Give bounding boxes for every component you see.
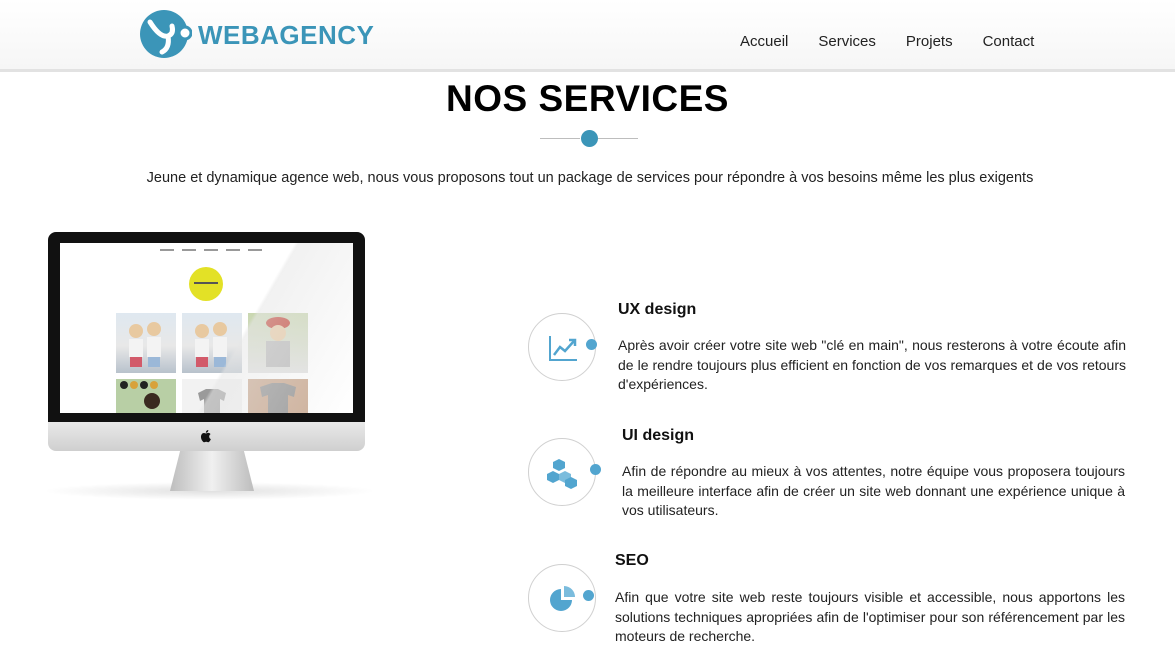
logo-icon	[140, 10, 192, 58]
service-ux-design: UX design Après avoir créer votre site w…	[528, 296, 1128, 396]
cubes-icon	[547, 459, 577, 489]
logo-text: WEBAGENCY	[198, 19, 375, 50]
section-intro: Jeune et dynamique agence web, nous vous…	[146, 170, 1034, 186]
main-nav: Accueil Services Projets Contact	[740, 33, 1064, 50]
divider-dot	[581, 130, 598, 147]
monitor-bezel	[48, 232, 365, 422]
service-description: Après avoir créer votre site web "clé en…	[618, 337, 1126, 392]
divider-line-left	[540, 138, 580, 139]
service-title: UI design	[622, 427, 695, 444]
monitor-screen	[60, 243, 353, 413]
nav-services[interactable]: Services	[818, 33, 876, 50]
service-title: SEO	[615, 552, 649, 569]
apple-logo-icon	[200, 430, 211, 443]
nav-accueil[interactable]: Accueil	[740, 33, 788, 50]
service-ui-design: UI design Afin de répondre au mieux à vo…	[528, 422, 1128, 522]
pie-chart-icon	[550, 586, 575, 611]
divider-line-right	[598, 138, 638, 139]
title-divider	[540, 129, 638, 147]
service-dot	[583, 590, 594, 601]
section-title: NOS SERVICES	[446, 78, 729, 119]
service-seo: SEO Afin que votre site web reste toujou…	[528, 548, 1128, 648]
chart-line-icon	[549, 336, 577, 361]
logo[interactable]: WEBAGENCY	[140, 8, 374, 60]
site-header: WEBAGENCY Accueil Services Projets Conta…	[0, 0, 1175, 72]
service-title: UX design	[618, 301, 697, 318]
nav-contact[interactable]: Contact	[983, 33, 1035, 50]
service-dot	[586, 339, 597, 350]
monitor-illustration	[42, 232, 377, 502]
nav-projets[interactable]: Projets	[906, 33, 953, 50]
screen-glare	[60, 243, 353, 413]
service-description: Afin de répondre au mieux à vos attentes…	[622, 463, 1125, 518]
service-description: Afin que votre site web reste toujours v…	[615, 589, 1125, 644]
service-icon-circle	[528, 438, 596, 506]
monitor-chin	[48, 422, 365, 451]
service-dot	[590, 464, 601, 475]
monitor-stand	[170, 451, 254, 491]
